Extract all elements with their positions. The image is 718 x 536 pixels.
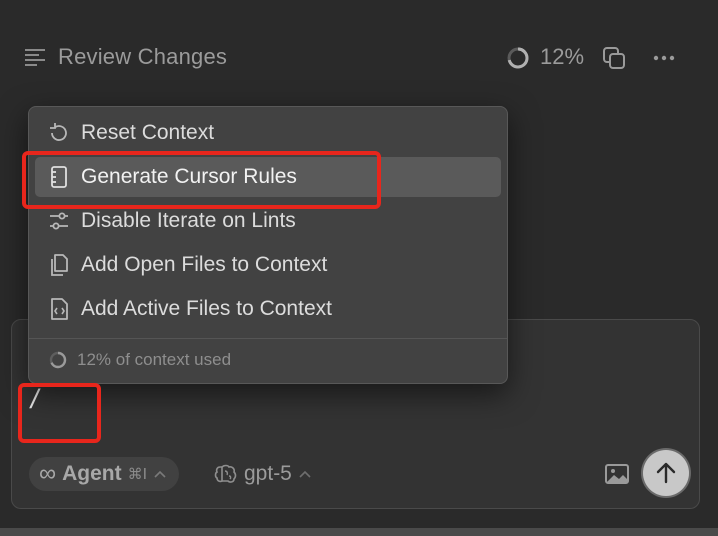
agent-mode-label: Agent: [62, 462, 122, 485]
sliders-icon: [50, 212, 68, 230]
reset-icon: [50, 123, 67, 141]
context-usage-label: 12% of context used: [77, 350, 232, 369]
progress-ring-icon: [49, 351, 67, 369]
menu-divider: [29, 338, 507, 339]
brain-icon: [214, 464, 237, 483]
menu-item-add-open-files[interactable]: Add Open Files to Context: [35, 245, 501, 285]
arrow-up-icon: [656, 462, 676, 484]
chevron-up-icon: [299, 470, 311, 478]
highlight-box-slash-input: [18, 383, 101, 443]
copy-icon[interactable]: [601, 45, 627, 71]
menu-item-label: Disable Iterate on Lints: [81, 209, 296, 232]
review-list-icon: [25, 49, 45, 66]
infinity-icon: ∞: [39, 460, 57, 487]
send-button[interactable]: [643, 450, 689, 496]
chevron-up-icon: [154, 470, 166, 478]
code-file-icon: [51, 298, 68, 320]
panel-title[interactable]: Review Changes: [58, 44, 227, 70]
context-usage-footer: 12% of context used: [49, 350, 231, 370]
menu-item-label: Add Open Files to Context: [81, 253, 328, 276]
menu-item-label: Reset Context: [81, 121, 215, 144]
bottom-status-strip: [0, 528, 718, 536]
agent-mode-selector[interactable]: ∞ Agent ⌘I: [29, 457, 180, 491]
context-percent[interactable]: 12%: [540, 44, 584, 70]
model-label: gpt-5: [244, 462, 292, 485]
slash-command-menu: Reset Context Generate Cursor Rules Disa…: [28, 106, 508, 384]
highlight-box-menu-item: [22, 151, 381, 209]
more-horizontal-icon[interactable]: [651, 50, 677, 66]
panel-header: Review Changes 12%: [0, 0, 718, 110]
files-icon: [51, 254, 68, 276]
progress-ring-icon: [507, 47, 529, 69]
image-icon[interactable]: [604, 463, 630, 485]
menu-item-reset-context[interactable]: Reset Context: [35, 113, 501, 153]
agent-shortcut: ⌘I: [127, 465, 148, 483]
model-selector[interactable]: gpt-5: [214, 457, 312, 491]
menu-item-add-active-files[interactable]: Add Active Files to Context: [35, 289, 501, 329]
menu-item-label: Add Active Files to Context: [81, 297, 332, 320]
